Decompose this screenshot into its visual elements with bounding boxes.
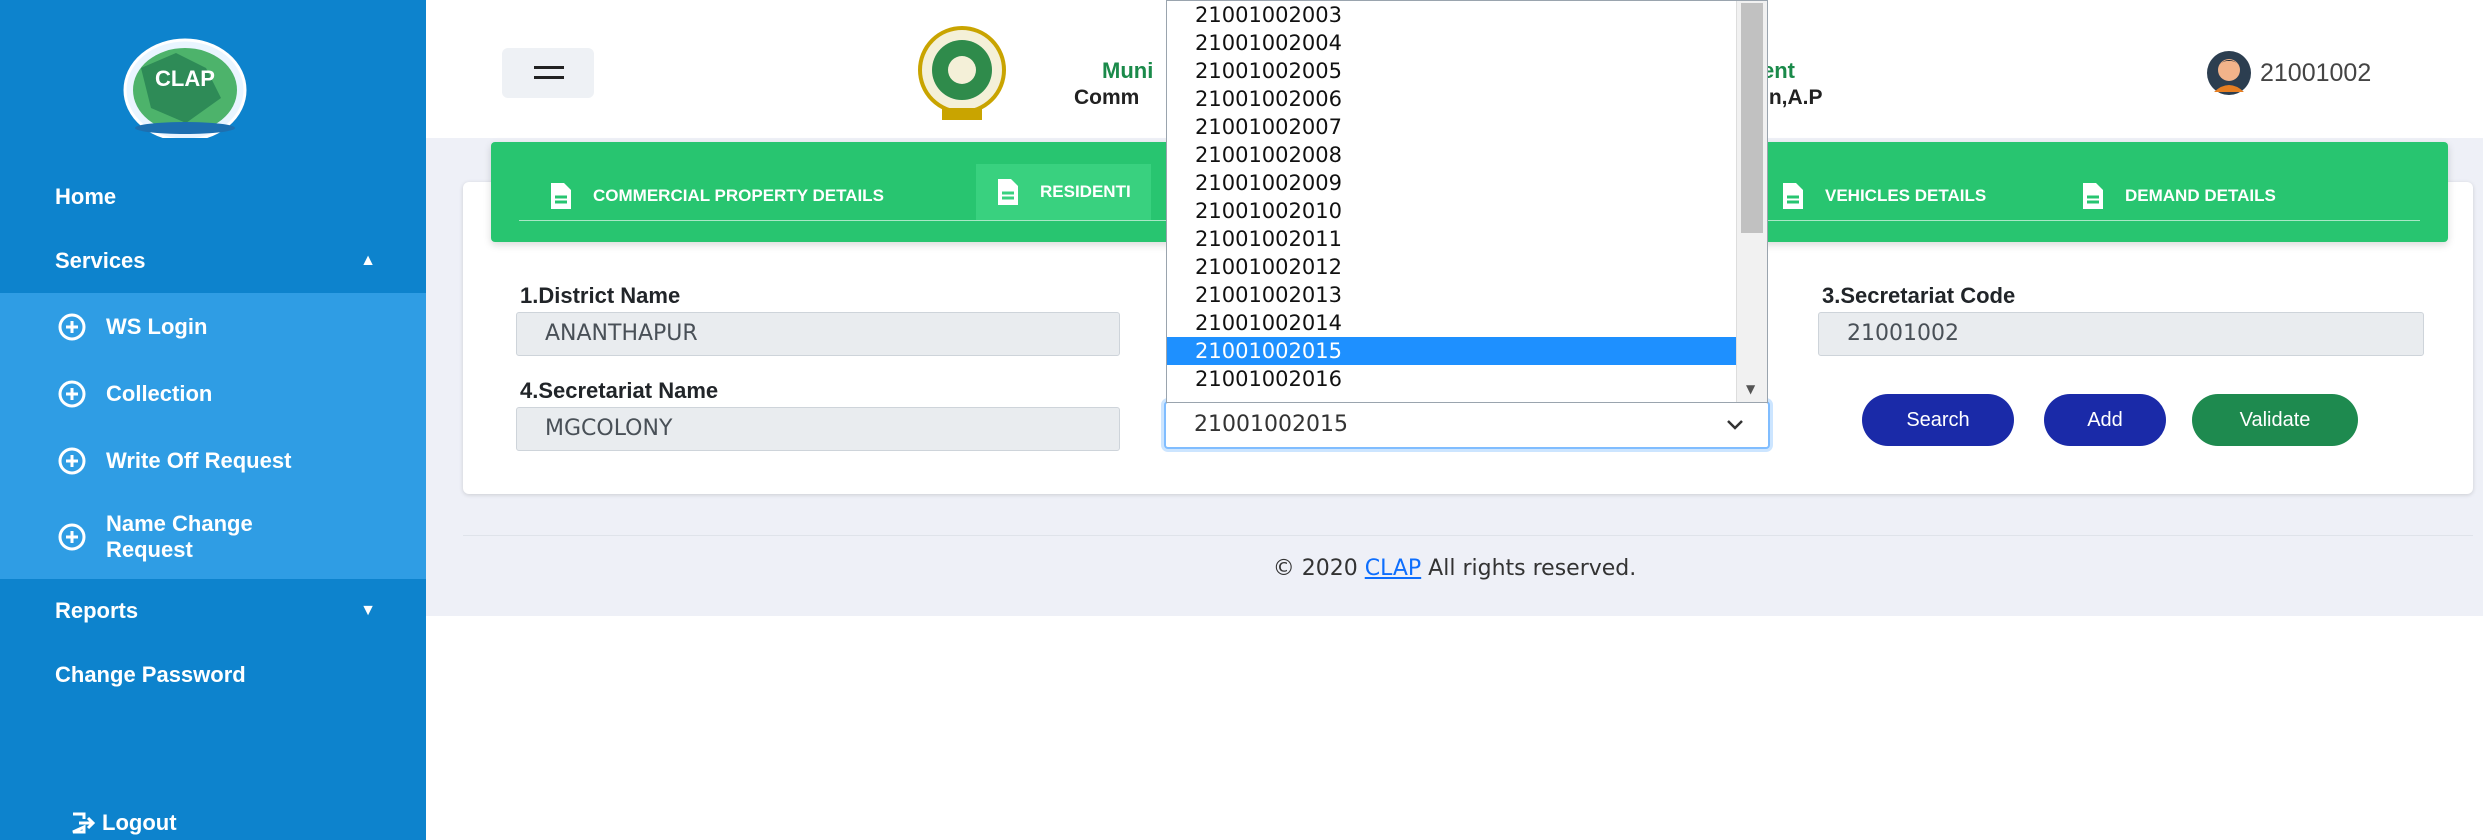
- validate-button[interactable]: Validate: [2192, 394, 2358, 446]
- svg-text:CLAP: CLAP: [155, 66, 215, 91]
- tab-label: VEHICLES DETAILS: [1825, 186, 1987, 205]
- sidebar-item-reports[interactable]: Reports ▼: [0, 579, 426, 643]
- sidebar-item-label: Services: [55, 248, 146, 273]
- select-value: 21001002015: [1194, 412, 1348, 437]
- sidebar-item-write-off-request[interactable]: Write Off Request: [0, 427, 426, 494]
- sidebar-item-name-change-request[interactable]: Name Change Request: [0, 494, 426, 579]
- sidebar-item-label: Home: [55, 184, 117, 209]
- user-menu[interactable]: 21001002: [2206, 50, 2371, 96]
- dropdown-options: 21001002003 21001002004 21001002005 2100100…: [1167, 1, 1767, 393]
- logout-link[interactable]: Logout: [70, 810, 177, 836]
- clap-link[interactable]: CLAP: [1365, 556, 1421, 581]
- document-icon: [998, 179, 1018, 205]
- document-icon: [1783, 183, 1803, 209]
- tab-label: COMMERCIAL PROPERTY DETAILS: [593, 186, 884, 205]
- tab-label: DEMAND DETAILS: [2125, 186, 2276, 205]
- dropdown-option[interactable]: 21001002006: [1167, 85, 1737, 113]
- sidebar-item-collection[interactable]: Collection: [0, 360, 426, 427]
- sidebar-item-change-password[interactable]: Change Password: [0, 643, 426, 707]
- secretariat-code-label: 3.Secretariat Code: [1822, 283, 2016, 308]
- scrollbar[interactable]: ▼: [1736, 1, 1767, 402]
- chevron-down-icon: [1727, 420, 1743, 430]
- secretariat-name-field: MGCOLONY: [516, 407, 1120, 451]
- plus-circle-icon: [58, 313, 86, 340]
- select-dropdown-list[interactable]: 21001002003 21001002004 21001002005 2100100…: [1166, 0, 1768, 403]
- header-subtitle-fragment: Comm: [1074, 86, 1140, 109]
- hamburger-icon: [534, 66, 564, 69]
- menu-toggle-button[interactable]: [502, 48, 594, 98]
- plus-circle-icon: [58, 523, 86, 550]
- services-submenu: WS Login Collection Write Off Request Na…: [0, 293, 426, 579]
- dropdown-option[interactable]: 21001002011: [1167, 225, 1737, 253]
- plus-circle-icon: [58, 380, 86, 407]
- survey-number-select[interactable]: 21001002015: [1164, 401, 1770, 449]
- plus-circle-icon: [58, 447, 86, 474]
- document-icon: [551, 183, 571, 209]
- sidebar-item-label: Reports: [55, 598, 139, 623]
- dropdown-option[interactable]: 21001002014: [1167, 309, 1737, 337]
- tab-label: RESIDENTI: [1040, 182, 1131, 201]
- sidebar-item-label: WS Login: [106, 313, 208, 339]
- scrollbar-thumb[interactable]: [1741, 3, 1763, 233]
- secretariat-code-field: 21001002: [1818, 312, 2424, 356]
- district-name-label: 1.District Name: [520, 283, 681, 308]
- footer: © 2020 CLAP All rights reserved.: [426, 556, 2483, 581]
- avatar-icon: [2207, 51, 2251, 95]
- logout-label: Logout: [102, 810, 177, 835]
- caret-down-icon: ▼: [360, 602, 376, 619]
- caret-up-icon: ▲: [360, 252, 376, 269]
- dropdown-option[interactable]: 21001002016: [1167, 365, 1737, 393]
- footer-text: © 2020: [1272, 556, 1365, 581]
- dropdown-option[interactable]: 21001002010: [1167, 197, 1737, 225]
- document-icon: [2083, 183, 2103, 209]
- footer-text: All rights reserved.: [1421, 556, 1637, 581]
- tab-demand-details[interactable]: DEMAND DETAILS: [2081, 176, 2276, 216]
- logo-area: CLAP: [0, 0, 426, 138]
- tab-commercial-property[interactable]: COMMERCIAL PROPERTY DETAILS: [549, 176, 884, 216]
- clap-logo: CLAP: [123, 38, 247, 138]
- sidebar-item-label: Name Change Request: [106, 510, 253, 562]
- sidebar-item-label: Write Off Request: [106, 447, 292, 473]
- dropdown-option[interactable]: 21001002003: [1167, 1, 1737, 29]
- secretariat-name-label: 4.Secretariat Name: [520, 378, 719, 403]
- logout-icon: [72, 812, 96, 834]
- add-button[interactable]: Add: [2044, 394, 2166, 446]
- sidebar-item-services[interactable]: Services ▲: [0, 229, 426, 293]
- sidebar-item-home[interactable]: Home: [0, 165, 426, 229]
- sidebar-menu: Home Services ▲ WS Login Collection Writ…: [0, 165, 426, 707]
- tab-residential[interactable]: RESIDENTI: [976, 164, 1151, 220]
- tab-vehicles-details[interactable]: VEHICLES DETAILS: [1781, 176, 1986, 216]
- user-id: 21001002: [2260, 58, 2372, 87]
- divider: [463, 535, 2473, 536]
- search-button[interactable]: Search: [1862, 394, 2014, 446]
- dropdown-option[interactable]: 21001002004: [1167, 29, 1737, 57]
- dropdown-option[interactable]: 21001002012: [1167, 253, 1737, 281]
- government-emblem-icon: [918, 26, 1006, 120]
- sidebar-item-label: Collection: [106, 380, 213, 406]
- scroll-down-arrow-icon[interactable]: ▼: [1746, 382, 1755, 396]
- dropdown-option[interactable]: 21001002015: [1167, 337, 1737, 365]
- dropdown-option[interactable]: 21001002007: [1167, 113, 1737, 141]
- sidebar-item-ws-login[interactable]: WS Login: [0, 293, 426, 360]
- sidebar: CLAP Home Services ▲ WS Login Collection…: [0, 0, 426, 840]
- header-title-fragment: Muni: [1102, 58, 1154, 83]
- dropdown-option[interactable]: 21001002008: [1167, 141, 1737, 169]
- dropdown-option[interactable]: 21001002013: [1167, 281, 1737, 309]
- sidebar-item-label: Change Password: [55, 662, 246, 687]
- dropdown-option[interactable]: 21001002005: [1167, 57, 1737, 85]
- dropdown-option[interactable]: 21001002009: [1167, 169, 1737, 197]
- district-name-field: ANANTHAPUR: [516, 312, 1120, 356]
